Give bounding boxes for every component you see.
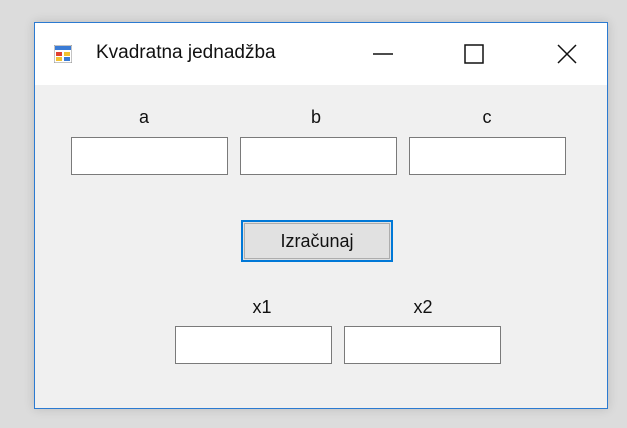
desktop-background: Kvadratna jednadžba a b c Izračunaj x1 x… (0, 0, 627, 428)
close-button[interactable] (532, 23, 602, 85)
app-window: Kvadratna jednadžba a b c Izračunaj x1 x… (34, 22, 608, 409)
minimize-button[interactable] (348, 23, 418, 85)
window-title: Kvadratna jednadžba (96, 42, 276, 63)
label-c: c (482, 107, 492, 127)
label-b: b (310, 107, 321, 127)
maximize-icon (464, 44, 484, 64)
minimize-icon (373, 53, 393, 55)
title-bar[interactable]: Kvadratna jednadžba (35, 23, 607, 85)
output-x1[interactable] (175, 326, 332, 364)
input-c[interactable] (409, 137, 566, 175)
input-b[interactable] (240, 137, 397, 175)
label-a: a (138, 107, 149, 127)
app-icon (53, 44, 73, 64)
calculate-button-label: Izračunaj (280, 230, 354, 251)
input-a[interactable] (71, 137, 228, 175)
calculate-button[interactable]: Izračunaj (241, 220, 393, 262)
maximize-button[interactable] (439, 23, 509, 85)
label-x2: x2 (413, 297, 433, 317)
close-icon (557, 44, 577, 64)
label-x1: x1 (252, 297, 272, 317)
output-x2[interactable] (344, 326, 501, 364)
